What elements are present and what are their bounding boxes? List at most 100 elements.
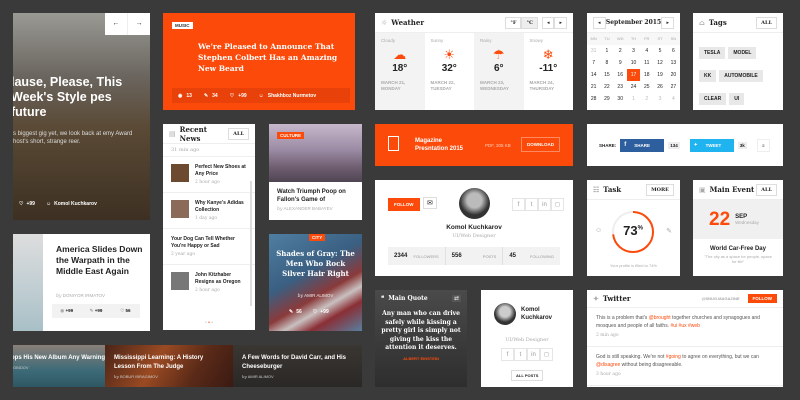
calendar-day[interactable]: 22 bbox=[600, 81, 614, 93]
all-button[interactable]: ALL bbox=[756, 183, 777, 196]
calendar-day[interactable]: 28 bbox=[587, 93, 601, 105]
avatar[interactable] bbox=[494, 303, 516, 325]
calendar-day[interactable]: 18 bbox=[640, 69, 654, 81]
facebook-share-button[interactable]: f SHARE bbox=[620, 138, 665, 152]
author-name[interactable]: Komol Kuchkarov bbox=[54, 201, 97, 207]
calendar-day[interactable]: 3 bbox=[626, 45, 641, 57]
calendar-day[interactable]: 7 bbox=[587, 57, 601, 69]
forecast-day[interactable]: Rainy ☂ 6° MARCH 23, WEDNESDAY bbox=[474, 33, 524, 110]
news-item[interactable]: Why Kanye's Adidas Collection 1 day ago bbox=[163, 192, 255, 228]
forecast-day[interactable]: Sunny ☀ 32° MARCH 22, TUESDAY bbox=[424, 33, 474, 110]
tweet-link[interactable]: #going bbox=[666, 354, 681, 360]
calendar-day[interactable]: 11 bbox=[640, 57, 654, 69]
instagram-icon[interactable]: ◻ bbox=[551, 198, 564, 211]
culture-card[interactable]: CULTURE Watch Triumph Poop on Fallon's G… bbox=[269, 124, 362, 220]
refresh-button[interactable]: ⇄ bbox=[451, 295, 461, 302]
author-name[interactable]: Shakhboz Nurmetov bbox=[268, 93, 316, 99]
message-button[interactable]: ✉ bbox=[423, 197, 437, 209]
strip-item[interactable]: ops His New Album Any Warning OBIDOV bbox=[13, 345, 105, 387]
calendar-day[interactable]: 25 bbox=[640, 81, 654, 93]
news-item[interactable]: Your Dog Can Tell Whether You're Happy o… bbox=[163, 228, 255, 264]
user-icon[interactable]: ☺ bbox=[595, 227, 602, 234]
prev-month-button[interactable]: ◂ bbox=[593, 16, 606, 29]
calendar-day[interactable]: 24 bbox=[626, 81, 641, 93]
heart-icon[interactable]: ♡ bbox=[120, 308, 124, 313]
music-title[interactable]: We're Pleased to Announce That Stephen C… bbox=[198, 41, 348, 74]
hero-title[interactable]: lause, Please, This Week's Style pes fut… bbox=[13, 75, 146, 120]
forecast-day[interactable]: Cloudy ☁ 18° MARCH 21, MONDAY bbox=[375, 33, 425, 110]
city-card[interactable]: CITY Shades of Gray: The Men Who Rock Si… bbox=[269, 234, 362, 331]
linkedin-icon[interactable]: in bbox=[527, 348, 540, 361]
all-button[interactable]: ALL bbox=[228, 127, 249, 140]
calendar-day[interactable]: 17 bbox=[626, 69, 641, 81]
calendar-day[interactable]: 19 bbox=[653, 69, 667, 81]
prev-button[interactable]: ◂ bbox=[541, 16, 555, 29]
calendar-day[interactable]: 2 bbox=[640, 93, 654, 105]
strip-item[interactable]: A Few Words for David Carr, and His Chee… bbox=[233, 345, 362, 387]
next-arrow-button[interactable]: → bbox=[128, 13, 150, 35]
calendar-day[interactable]: 1 bbox=[626, 93, 641, 105]
calendar-day[interactable]: 23 bbox=[613, 81, 627, 93]
calendar-day[interactable]: 31 bbox=[587, 45, 601, 57]
tweet-link[interactable]: @brought bbox=[649, 315, 671, 321]
more-button[interactable]: MORE bbox=[646, 183, 674, 196]
calendar-day[interactable]: 8 bbox=[600, 57, 614, 69]
author-name[interactable]: ALEXANDER BABAYEV bbox=[283, 206, 332, 211]
calendar-day[interactable]: 26 bbox=[653, 81, 667, 93]
tag-chip[interactable]: MODEL bbox=[728, 47, 757, 59]
calendar-day[interactable]: 15 bbox=[600, 69, 614, 81]
calendar-day[interactable]: 16 bbox=[613, 69, 627, 81]
calendar-day[interactable]: 5 bbox=[653, 45, 667, 57]
calendar-day[interactable]: 6 bbox=[666, 45, 680, 57]
news-item[interactable]: John Kitzhaber Resigns as Oregon 2 hour a… bbox=[163, 264, 255, 300]
calendar-day[interactable]: 1 bbox=[600, 45, 614, 57]
calendar-day[interactable]: 30 bbox=[613, 93, 627, 105]
article-title[interactable]: America Slides Down the Warpath in the M… bbox=[56, 244, 146, 277]
all-posts-button[interactable]: ALL POSTS bbox=[511, 370, 544, 381]
calendar-day[interactable]: 3 bbox=[653, 93, 667, 105]
instagram-icon[interactable]: ◻ bbox=[540, 348, 553, 361]
tweet-link[interactable]: @disagree bbox=[596, 362, 620, 368]
calendar-day[interactable]: 13 bbox=[666, 57, 680, 69]
hero-card[interactable]: ← → lause, Please, This Week's Style pes… bbox=[13, 13, 150, 220]
twitter-icon[interactable]: t bbox=[525, 198, 538, 211]
calendar-day[interactable]: 27 bbox=[666, 81, 680, 93]
news-item[interactable]: Perfect New Shoes at Any Price 2 hour ago bbox=[163, 156, 255, 192]
america-card[interactable]: America Slides Down the Warpath in the M… bbox=[13, 234, 150, 331]
calendar-day[interactable]: 9 bbox=[613, 57, 627, 69]
celsius-toggle[interactable]: °C bbox=[521, 16, 538, 29]
tag-chip[interactable]: UI bbox=[729, 93, 745, 105]
heart-icon[interactable]: ♡ bbox=[230, 93, 234, 99]
calendar-day[interactable]: 29 bbox=[600, 93, 614, 105]
calendar-day[interactable]: 14 bbox=[587, 69, 601, 81]
edit-icon[interactable]: ✎ bbox=[666, 227, 672, 235]
calendar-day[interactable]: 10 bbox=[626, 57, 641, 69]
facebook-icon[interactable]: f bbox=[512, 198, 525, 211]
next-month-button[interactable]: ▸ bbox=[661, 16, 674, 29]
tag-chip[interactable]: TESLA bbox=[699, 47, 726, 59]
article-title[interactable]: Watch Triumph Poop on Fallon's Game of bbox=[269, 182, 362, 206]
calendar-day[interactable]: 4 bbox=[666, 93, 680, 105]
strip-item[interactable]: Mississippi Learning: A History Lesson F… bbox=[105, 345, 233, 387]
heart-icon[interactable]: ♡ bbox=[313, 309, 317, 315]
prev-arrow-button[interactable]: ← bbox=[105, 13, 128, 35]
linkedin-icon[interactable]: in bbox=[538, 198, 551, 211]
avatar[interactable] bbox=[459, 188, 490, 219]
follow-button[interactable]: FOLLOW bbox=[388, 198, 420, 211]
twitter-icon[interactable]: t bbox=[514, 348, 527, 361]
calendar-day[interactable]: 12 bbox=[653, 57, 667, 69]
fahrenheit-toggle[interactable]: °F bbox=[505, 16, 522, 29]
tag-chip[interactable]: AUTOMOBILE bbox=[719, 70, 763, 82]
music-card[interactable]: MUSIC We're Pleased to Announce That Ste… bbox=[163, 13, 355, 110]
heart-icon[interactable]: ♡ bbox=[19, 201, 23, 207]
tag-chip[interactable]: CLEAR bbox=[699, 93, 727, 105]
calendar-day[interactable]: 2 bbox=[613, 45, 627, 57]
article-title[interactable]: Shades of Gray: The Men Who Rock Silver … bbox=[275, 249, 356, 279]
tag-chip[interactable]: KK bbox=[699, 70, 717, 82]
twitter-handle[interactable]: @SNUG.MAGAZINE bbox=[702, 296, 740, 301]
tweet-link[interactable]: #ui #ux #web bbox=[671, 323, 700, 329]
author-name[interactable]: DONIYOR IRMATOV bbox=[63, 293, 105, 298]
scrollbar[interactable] bbox=[250, 181, 252, 306]
author-name[interactable]: AMIR ALIMOV bbox=[304, 293, 333, 298]
facebook-icon[interactable]: f bbox=[501, 348, 514, 361]
